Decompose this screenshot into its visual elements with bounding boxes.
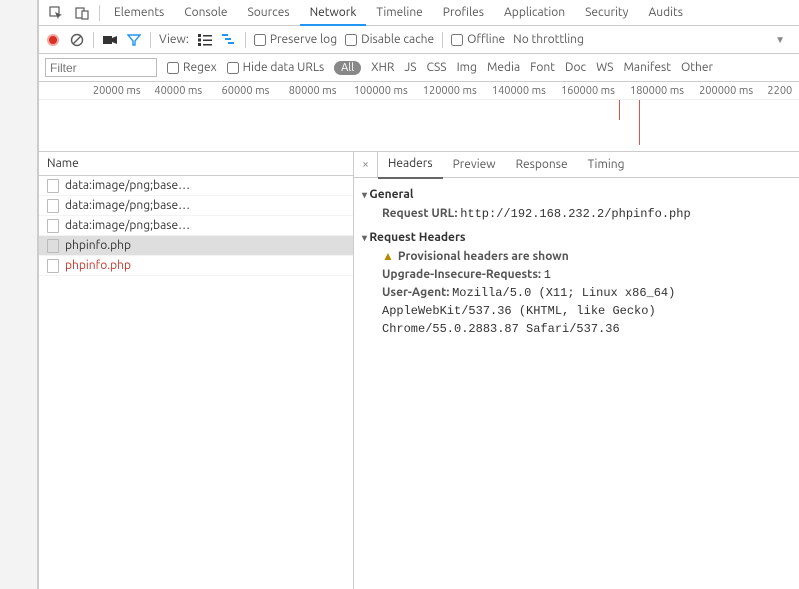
tab-profiles[interactable]: Profiles <box>433 0 494 26</box>
file-icon <box>47 259 59 273</box>
view-list-icon[interactable] <box>197 32 213 48</box>
separator <box>93 32 94 48</box>
main-split: Name data:image/png;base… data:image/png… <box>39 152 799 589</box>
headers-body: General Request URL: http://192.168.232.… <box>354 178 799 344</box>
filter-media[interactable]: Media <box>487 61 520 74</box>
filter-all[interactable]: All <box>334 61 361 75</box>
request-row[interactable]: phpinfo.php <box>39 236 353 256</box>
section-request-headers[interactable]: Request Headers <box>362 231 791 244</box>
header-user-agent: User-Agent: Mozilla/5.0 (X11; Linux x86_… <box>362 284 791 338</box>
filter-input[interactable] <box>45 58 157 77</box>
detail-tab-preview[interactable]: Preview <box>443 152 506 178</box>
request-list-pane: Name data:image/png;base… data:image/png… <box>39 152 354 589</box>
column-header-name[interactable]: Name <box>39 152 353 176</box>
hide-data-urls-checkbox[interactable]: Hide data URLs <box>227 61 324 74</box>
clear-icon[interactable] <box>69 32 85 48</box>
separator <box>442 32 443 48</box>
detail-tab-timing[interactable]: Timing <box>578 152 635 178</box>
filter-xhr[interactable]: XHR <box>371 61 394 74</box>
section-general[interactable]: General <box>362 188 791 201</box>
timeline-overview[interactable]: 20000 ms 40000 ms 60000 ms 80000 ms 1000… <box>39 82 799 152</box>
file-icon <box>47 179 59 193</box>
timeline-marker <box>619 100 620 120</box>
filter-bar: Regex Hide data URLs All XHR JS CSS Img … <box>39 54 799 82</box>
main-tabbar: Elements Console Sources Network Timelin… <box>39 0 799 26</box>
preserve-log-checkbox[interactable]: Preserve log <box>254 33 337 46</box>
request-row[interactable]: data:image/png;base… <box>39 196 353 216</box>
filter-font[interactable]: Font <box>530 61 555 74</box>
request-detail-pane: × Headers Preview Response Timing Genera… <box>354 152 799 589</box>
view-waterfall-icon[interactable] <box>221 32 237 48</box>
record-button[interactable] <box>45 32 61 48</box>
request-rows: data:image/png;base… data:image/png;base… <box>39 176 353 276</box>
network-toolbar: View: Preserve log Disable cache Offline… <box>39 26 799 54</box>
filter-other[interactable]: Other <box>681 61 713 74</box>
header-upgrade: Upgrade-Insecure-Requests: 1 <box>362 266 791 284</box>
request-row[interactable]: data:image/png;base… <box>39 176 353 196</box>
separator <box>150 32 151 48</box>
tab-audits[interactable]: Audits <box>638 0 693 26</box>
filter-img[interactable]: Img <box>457 61 477 74</box>
filter-css[interactable]: CSS <box>427 61 447 74</box>
tab-console[interactable]: Console <box>174 0 237 26</box>
separator <box>99 5 100 21</box>
filter-doc[interactable]: Doc <box>565 61 586 74</box>
tab-sources[interactable]: Sources <box>237 0 299 26</box>
device-toggle-icon[interactable] <box>69 0 95 26</box>
camera-icon[interactable] <box>102 32 118 48</box>
provisional-warning: ▲Provisional headers are shown <box>362 248 791 266</box>
devtools-panel: Elements Console Sources Network Timelin… <box>38 0 799 589</box>
filter-ws[interactable]: WS <box>596 61 613 74</box>
filter-js[interactable]: JS <box>404 61 416 74</box>
timeline-marker <box>639 100 640 145</box>
regex-checkbox[interactable]: Regex <box>167 61 217 74</box>
close-icon[interactable]: × <box>354 152 378 177</box>
detail-tabbar: × Headers Preview Response Timing <box>354 152 799 178</box>
window-left-strip <box>0 0 38 589</box>
request-row[interactable]: phpinfo.php <box>39 256 353 276</box>
filter-icon[interactable] <box>126 32 142 48</box>
tab-network[interactable]: Network <box>300 0 367 26</box>
inspect-icon[interactable] <box>43 0 69 26</box>
request-row[interactable]: data:image/png;base… <box>39 216 353 236</box>
chevron-down-icon[interactable]: ▼ <box>775 34 785 46</box>
detail-tab-headers[interactable]: Headers <box>378 151 443 179</box>
file-icon <box>47 239 59 253</box>
filter-manifest[interactable]: Manifest <box>623 61 670 74</box>
disable-cache-checkbox[interactable]: Disable cache <box>345 33 434 46</box>
separator <box>245 32 246 48</box>
request-url-row: Request URL: http://192.168.232.2/phpinf… <box>362 205 791 223</box>
file-icon <box>47 199 59 213</box>
tab-security[interactable]: Security <box>575 0 638 26</box>
tab-timeline[interactable]: Timeline <box>366 0 432 26</box>
timeline-ticks: 20000 ms 40000 ms 60000 ms 80000 ms 1000… <box>39 82 799 100</box>
throttling-select[interactable]: No throttling <box>513 33 584 46</box>
tab-application[interactable]: Application <box>494 0 575 26</box>
offline-checkbox[interactable]: Offline <box>451 33 505 46</box>
view-label: View: <box>159 33 189 46</box>
tab-elements[interactable]: Elements <box>104 0 174 26</box>
detail-tab-response[interactable]: Response <box>506 152 578 178</box>
request-url-value: http://192.168.232.2/phpinfo.php <box>460 207 690 221</box>
warning-icon: ▲ <box>382 250 394 263</box>
file-icon <box>47 219 59 233</box>
